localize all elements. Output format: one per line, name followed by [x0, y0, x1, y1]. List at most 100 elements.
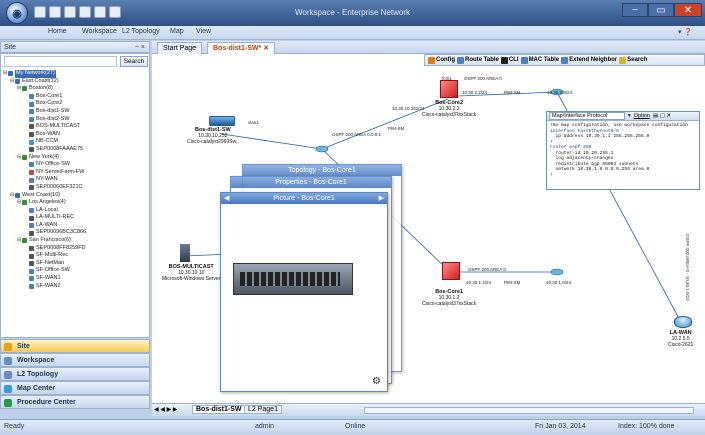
subnet-hub	[315, 145, 329, 153]
next-arrow-icon[interactable]: ▶	[379, 193, 387, 204]
config-line: !	[550, 172, 553, 178]
nav-l2-topology[interactable]: L2 Topology	[0, 367, 150, 381]
link-label: 10.30.2.0/24	[547, 90, 573, 95]
tree-node[interactable]: ⊟ San Francisco(6)	[3, 237, 149, 245]
tree-node[interactable]: SF-WAN1	[3, 275, 149, 283]
tree-node[interactable]: SF-NetMan	[3, 260, 149, 268]
site-search-button[interactable]: Search	[120, 56, 148, 67]
tree-node-label: SEP0008FF8259FD	[36, 244, 86, 251]
tree-node[interactable]: NY-WAN	[3, 176, 149, 184]
site-panel: Search ⊟ My Network(27) ⊟ East Coast(12) ⊟ Bo…	[0, 53, 150, 338]
map-canvas[interactable]: Bos-dist1-SW 10.30.10.252 Cisco-catalyst29…	[152, 54, 705, 403]
tree-node[interactable]: Bos-Core1	[3, 93, 149, 101]
link-label: 10.30.2.2/24	[462, 90, 488, 95]
close-tab-icon[interactable]: ✕	[263, 45, 269, 52]
toolbar-search[interactable]: Search	[619, 56, 647, 64]
gear-icon[interactable]: ⚙	[372, 376, 381, 387]
toolbar-cli[interactable]: CLI	[500, 56, 519, 64]
device-icon	[29, 245, 34, 251]
bos-core1-icon[interactable]	[442, 262, 460, 280]
tree-node[interactable]: SEP00060EF321C	[3, 184, 149, 192]
panel-pin-close[interactable]: − ×	[135, 42, 145, 53]
device-icon	[29, 101, 34, 107]
device-icon	[29, 124, 34, 130]
help-icon[interactable]: ▾ ❓	[678, 28, 692, 36]
tree-node[interactable]: SEP0008FF8259FD	[3, 245, 149, 253]
link-label: 10.30.1.0/24	[546, 280, 572, 285]
menu-l2-topology[interactable]: L2 Topology	[122, 28, 160, 35]
tab-bos-dist1-sw[interactable]: Bos-dist1-SW* ✕	[207, 42, 276, 54]
prev-arrow-icon[interactable]: ◀	[221, 193, 229, 204]
pane-controls[interactable]: ▤ ▢ ✕	[653, 113, 671, 119]
tree-node-label: SF-WAN2	[36, 282, 61, 289]
close-button[interactable]: ✕	[674, 3, 702, 17]
extend-neighbor-icon	[561, 56, 569, 64]
toolbar-route-table[interactable]: Route Table	[457, 56, 499, 64]
tree-node[interactable]: Bos-dist1-SW	[3, 108, 149, 116]
menu-view[interactable]: View	[196, 28, 211, 35]
subnet-bottom	[550, 268, 564, 276]
la-wan-label: LA-WAN 10.2.5.5 Cisco-2621	[668, 330, 694, 348]
toolbar-mac-table[interactable]: MAC Table	[520, 56, 559, 64]
tree-node[interactable]: SF-Multi-Rec	[3, 252, 149, 260]
tree-node[interactable]: NY-Office-SW	[3, 161, 149, 169]
tree-node-label: NB-CCM	[36, 138, 58, 145]
tree-node[interactable]: SEP00096BC3C866	[3, 229, 149, 237]
tree-node[interactable]: LA-WAN	[3, 222, 149, 230]
la-wan-router-icon[interactable]	[674, 316, 692, 328]
picture-popup-title: ◀ Picture - Bos-Core1 ▶	[221, 193, 387, 204]
tree-node[interactable]: LA-Local	[3, 207, 149, 215]
tree-node[interactable]: Bos-Core2	[3, 100, 149, 108]
page-nav-arrows[interactable]: ◀ ◀ ▶ ▶	[154, 406, 177, 413]
tree-node[interactable]: SEP0008FAAAE75	[3, 146, 149, 154]
map-toolbar: Config Route Table CLI MAC Table Extend …	[424, 54, 705, 66]
bos-core2-label: Bos-Core2 10.30.2.2 Cisco-catalyst37xxStac…	[422, 100, 477, 118]
tree-node[interactable]: ⊟ New York(4)	[3, 154, 149, 162]
tree-node-label: Bos-dist1-SW	[36, 107, 70, 114]
config-view-select[interactable]: Map\Interface Protocol	[549, 112, 625, 120]
tree-node[interactable]: ⊟ My Network(27)	[3, 70, 149, 78]
nav-workspace[interactable]: Workspace	[0, 353, 150, 367]
minimize-button[interactable]: −	[622, 3, 648, 17]
menu-home[interactable]: Home	[48, 28, 67, 35]
tab-start-page[interactable]: Start Page	[157, 42, 203, 54]
device-icon	[29, 177, 34, 183]
maximize-button[interactable]: ▭	[648, 3, 674, 17]
bos-core2-icon[interactable]	[440, 80, 458, 98]
option-link[interactable]: Option	[634, 113, 650, 119]
tree-node[interactable]: Bos-dist2-SW	[3, 116, 149, 124]
tree-node[interactable]: ⊟ Boston(8)	[3, 85, 149, 93]
tree-node[interactable]: Bos-WAN	[3, 131, 149, 139]
tree-node[interactable]: SF-Office-SW	[3, 267, 149, 275]
tree-node[interactable]: NB-CCM	[3, 138, 149, 146]
tree-node[interactable]: SF-WAN2	[3, 283, 149, 291]
page-tab-bos-dist1-sw[interactable]: Bos-dist1-SW	[192, 405, 246, 414]
tree-node[interactable]: ⊟ Los Angeles(4)	[3, 199, 149, 207]
toolbar-extend-neighbor[interactable]: Extend Neighbor	[561, 56, 617, 64]
menu-workspace[interactable]: Workspace	[82, 28, 117, 35]
config-icon	[428, 56, 435, 64]
server-icon[interactable]	[180, 244, 190, 262]
tree-node[interactable]: BOS-MULTICAST	[3, 123, 149, 131]
menu-map[interactable]: Map	[170, 28, 184, 35]
toolbar-config[interactable]: Config	[428, 56, 455, 64]
dropdown-chevron-icon[interactable]: ▾	[628, 113, 631, 119]
tree-node[interactable]: ⊟ West Coast(10)	[3, 192, 149, 200]
site-panel-title: Site	[4, 44, 17, 51]
nav-map-center[interactable]: Map Center	[0, 381, 150, 395]
nav-procedure-center[interactable]: Procedure Center	[0, 395, 150, 409]
device-icon	[15, 192, 20, 198]
tree-node[interactable]: LA-MULTI-REC	[3, 214, 149, 222]
page-tab-l2-page1[interactable]: L2 Page1	[244, 405, 282, 414]
tree-node[interactable]: NY-ServerFarm-FW	[3, 169, 149, 177]
horizontal-scrollbar[interactable]	[364, 407, 694, 414]
bos-dist1-sw-icon[interactable]	[209, 116, 235, 126]
link-label: fi:0/1	[442, 76, 452, 81]
vertical-link-labels: OSPF 200 AREA 0 · 10.30.1.0/24	[685, 234, 690, 301]
tree-node[interactable]: ⊟ East Coast(12)	[3, 78, 149, 86]
tree-node-label: LA-MULTI-REC	[36, 214, 75, 221]
device-icon	[29, 253, 34, 259]
status-user: admin	[255, 423, 275, 430]
nav-site[interactable]: Site	[0, 339, 150, 353]
site-search-input[interactable]	[4, 56, 117, 67]
